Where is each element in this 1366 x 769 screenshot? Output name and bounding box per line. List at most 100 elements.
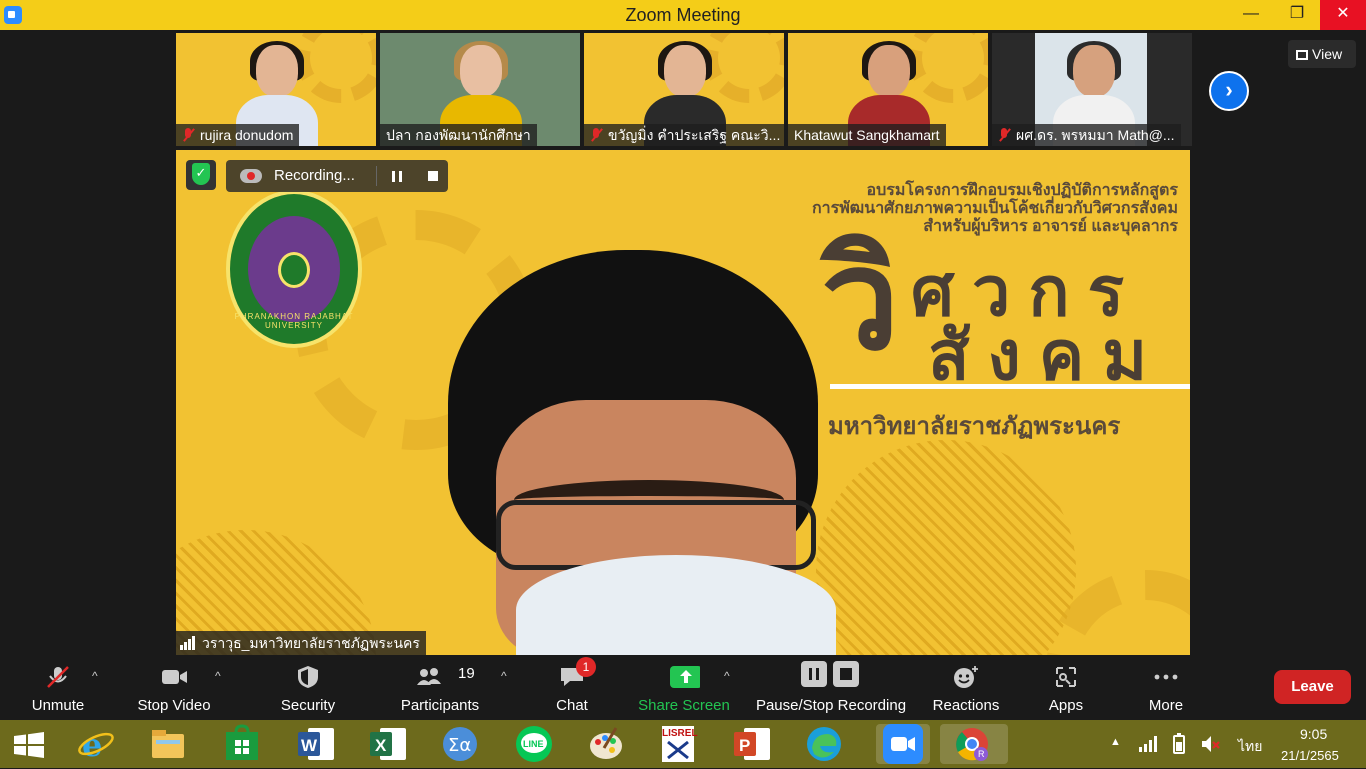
more-button[interactable]: More — [1138, 655, 1194, 720]
unmute-label: Unmute — [31, 697, 85, 714]
unmute-button[interactable]: Unmute — [20, 655, 96, 720]
svg-text:Σα: Σα — [448, 735, 471, 756]
pause-stop-recording-label: Pause/Stop Recording — [755, 697, 907, 714]
line-app-icon[interactable]: LINE — [514, 724, 554, 764]
svg-text:R: R — [978, 749, 985, 759]
view-button[interactable]: View — [1288, 40, 1356, 68]
speaker-name: วราวุธ_มหาวิทยาลัยราชภัฏพระนคร — [202, 635, 420, 651]
google-chrome-icon[interactable]: R — [940, 724, 1008, 764]
svg-text:LINE: LINE — [523, 739, 544, 749]
grid-view-icon — [1296, 50, 1308, 60]
participant-tile[interactable]: ขวัญมิ่ง คำประเสริฐ คณะวิ... — [584, 33, 784, 146]
more-label: More — [1148, 697, 1184, 714]
leave-button[interactable]: Leave — [1274, 670, 1351, 704]
stop-recording-button[interactable] — [428, 171, 438, 181]
more-dots-icon — [1154, 674, 1178, 680]
input-language[interactable]: ไทย — [1238, 736, 1262, 758]
pause-recording-button[interactable] — [392, 171, 402, 182]
microsoft-edge-icon[interactable] — [804, 724, 844, 764]
speaker-muted-icon[interactable] — [1200, 734, 1220, 754]
emblem-text: PHRANAKHON RAJABHAT UNIVERSITY — [234, 312, 354, 330]
close-button[interactable]: ✕ — [1320, 0, 1366, 30]
share-screen-label: Share Screen — [638, 697, 730, 714]
internet-explorer-icon[interactable]: e — [76, 724, 116, 764]
maximize-button[interactable]: ❐ — [1274, 0, 1320, 30]
recording-label: Recording... — [274, 167, 355, 184]
apps-button[interactable]: Apps — [1040, 655, 1092, 720]
banner-line-3: สำหรับผู้บริหาร อาจารย์ และบุคลากร — [923, 218, 1178, 235]
participant-name: Khatawut Sangkhamart — [794, 127, 940, 143]
microsoft-store-icon[interactable] — [222, 724, 262, 764]
participant-name-bar: ผศ.ดร. พรหมมา Math@... — [992, 124, 1181, 146]
clock-date[interactable]: 21/1/2565 — [1281, 748, 1339, 763]
chat-unread-badge: 1 — [576, 657, 596, 677]
recording-indicator: Recording... — [226, 160, 448, 192]
participant-tile[interactable]: rujira donudom — [176, 33, 376, 146]
svg-text:W: W — [301, 736, 318, 755]
mic-muted-icon — [998, 128, 1010, 142]
pause-stop-recording-button[interactable]: Pause/Stop Recording — [752, 655, 910, 720]
paint-icon[interactable] — [586, 724, 626, 764]
shield-icon — [298, 666, 318, 688]
svg-text:X: X — [375, 736, 387, 755]
reactions-button[interactable]: Reactions — [928, 655, 1004, 720]
security-label: Security — [280, 697, 336, 714]
university-emblem: PHRANAKHON RAJABHAT UNIVERSITY — [226, 190, 362, 348]
participant-name: ปลา กองพัฒนานักศึกษา — [386, 127, 531, 143]
banner-university: มหาวิทยาลัยราชภัฏพระนคร — [828, 413, 1121, 440]
chat-button[interactable]: 1 Chat — [542, 655, 602, 720]
next-page-button[interactable]: › — [1209, 71, 1249, 111]
network-signal-icon[interactable] — [1138, 735, 1158, 753]
share-options-caret[interactable]: ^ — [724, 669, 734, 683]
participants-count: 19 — [458, 665, 475, 682]
signal-strength-icon — [180, 636, 198, 650]
video-camera-icon — [162, 670, 187, 684]
active-speaker-video[interactable]: อบรมโครงการฝึกอบรมเชิงปฏิบัติการหลักสูตร… — [176, 150, 1190, 655]
speaker-name-bar: วราวุธ_มหาวิทยาลัยราชภัฏพระนคร — [176, 631, 426, 655]
lisrel-icon[interactable]: LISREL — [658, 724, 698, 764]
share-screen-button[interactable]: Share Screen — [636, 655, 732, 720]
participant-name: ขวัญมิ่ง คำประเสริฐ คณะวิ... — [608, 127, 781, 143]
security-button[interactable]: Security — [272, 655, 344, 720]
smiley-plus-icon — [954, 666, 978, 688]
participant-name-bar: Khatawut Sangkhamart — [788, 124, 946, 146]
participants-options-caret[interactable]: ^ — [501, 669, 511, 683]
microsoft-word-icon[interactable]: W — [296, 724, 336, 764]
clock-time[interactable]: 9:05 — [1300, 726, 1327, 742]
banner-word-2: สังคม — [928, 318, 1166, 394]
participant-name: rujira donudom — [200, 127, 294, 143]
windows-taskbar: e W X Σα LINE LISREL P R ▲ ไทย 9:05 21/1… — [0, 720, 1366, 768]
participant-tile[interactable]: Khatawut Sangkhamart — [788, 33, 988, 146]
microsoft-powerpoint-icon[interactable]: P — [732, 724, 772, 764]
audio-options-caret[interactable]: ^ — [92, 669, 102, 683]
participant-tile[interactable]: ปลา กองพัฒนานักศึกษา — [380, 33, 580, 146]
participants-label: Participants — [400, 697, 480, 714]
participant-name-bar: ขวัญมิ่ง คำประเสริฐ คณะวิ... — [584, 124, 784, 146]
svg-text:LISREL: LISREL — [662, 728, 698, 739]
battery-icon[interactable] — [1170, 733, 1190, 755]
cloud-record-icon — [240, 169, 262, 183]
minimize-button[interactable]: — — [1228, 0, 1274, 30]
meeting-area: rujira donudom ปลา กองพัฒนานักศึกษา ขวัญ… — [0, 30, 1366, 655]
file-explorer-icon[interactable] — [148, 724, 188, 764]
stop-video-button[interactable]: Stop Video — [132, 655, 216, 720]
chat-label: Chat — [556, 697, 588, 714]
zoom-taskbar-icon[interactable] — [876, 724, 930, 764]
reactions-label: Reactions — [932, 697, 1000, 714]
svg-text:e: e — [82, 726, 102, 764]
apps-label: Apps — [1048, 697, 1084, 714]
video-options-caret[interactable]: ^ — [215, 669, 225, 683]
math-input-icon[interactable]: Σα — [440, 724, 480, 764]
mic-muted-icon — [47, 666, 69, 688]
tray-expand-icon[interactable]: ▲ — [1110, 736, 1121, 748]
participant-name: ผศ.ดร. พรหมมา Math@... — [1016, 127, 1175, 143]
banner-divider — [830, 384, 1190, 389]
security-shield-icon[interactable] — [186, 160, 216, 190]
participant-tile[interactable]: ผศ.ดร. พรหมมา Math@... — [992, 33, 1192, 146]
apps-icon — [1056, 667, 1076, 687]
banner-word-1: ศวกร — [911, 254, 1143, 330]
windows-start-icon[interactable] — [12, 732, 46, 758]
microsoft-excel-icon[interactable]: X — [368, 724, 408, 764]
svg-text:P: P — [739, 736, 750, 755]
participants-button[interactable]: 19 Participants — [396, 655, 484, 720]
